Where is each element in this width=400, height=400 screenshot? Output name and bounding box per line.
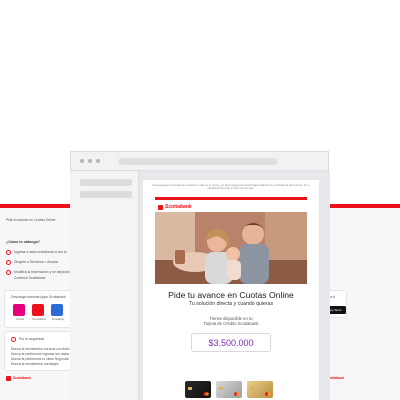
brand-logo: Scotiabank — [158, 204, 192, 210]
security-line: Nunca te enviaremos mensajes — [11, 362, 59, 366]
mail-sidebar — [70, 171, 139, 400]
security-line: Nunca te pediremos ingresar tus datos — [11, 352, 70, 356]
email-title: Pide tu avance en Cuotas Online — [168, 290, 294, 300]
available-credit-text: Tienes disponible en tu Tarjeta de Crédi… — [203, 316, 259, 327]
browser-titlebar — [71, 152, 328, 171]
email-subtitle: Tu solución directa y cuando quieras — [188, 301, 274, 307]
gold-card-image — [247, 381, 273, 398]
black-card-image — [185, 381, 211, 398]
maximize-dot[interactable] — [96, 159, 100, 163]
app-list: Scotia ScotiaPass ScotiaPay — [13, 304, 65, 321]
left-intro: Pide tu avance en Cuotas Online — [6, 218, 56, 222]
step-4: Confirma Scotiabank — [14, 276, 46, 280]
silver-card-image — [216, 381, 242, 398]
sidebar-item[interactable] — [80, 179, 132, 186]
available-amount: $3.500.000 — [191, 333, 271, 352]
how-title: ¿Cómo lo obtengo? — [6, 240, 40, 244]
apps-title: Descarga nuestras Apps Scotiabank — [11, 295, 66, 299]
lock-icon — [11, 337, 16, 342]
window-controls — [80, 159, 100, 163]
step-icon — [6, 270, 11, 275]
step-3: Modifica la información y se depósito — [6, 270, 70, 275]
step-1: Ingresa a www.scotiabank.cl con tu — [6, 250, 67, 255]
app-scotiapay[interactable]: ScotiaPay — [51, 304, 65, 321]
pre-header-text: Para asegurar la entrega de nuestros e-m… — [152, 184, 310, 191]
app-scotiapass[interactable]: ScotiaPass — [32, 304, 46, 321]
step-icon — [6, 250, 11, 255]
hero-photo — [155, 212, 307, 284]
app-scotia[interactable]: Scotia — [13, 304, 27, 321]
scotia-app-icon — [13, 304, 25, 316]
close-dot[interactable] — [80, 159, 84, 163]
sidebar-item[interactable] — [80, 191, 132, 198]
family-photo — [155, 212, 307, 284]
email-message: Para asegurar la entrega de nuestros e-m… — [143, 180, 319, 400]
credit-cards — [185, 381, 273, 398]
left-footer-logo: Scotiabank — [6, 376, 31, 381]
email-body: Scotiabank Pide tu avance en Cuotas Onli… — [155, 197, 307, 400]
minimize-dot[interactable] — [88, 159, 92, 163]
step-icon — [6, 260, 11, 265]
security-line: Nunca te enviaremos correos con links qu… — [11, 347, 77, 351]
security-title: Por tu seguridad — [19, 337, 44, 342]
security-line: Nunca te pediremos tu clave Segunda — [11, 357, 69, 361]
scotiapass-app-icon — [32, 304, 44, 316]
scotiapay-app-icon — [51, 304, 63, 316]
scotiabank-logo-icon — [158, 204, 163, 210]
address-bar[interactable] — [118, 158, 278, 165]
scotiabank-logo-icon — [6, 376, 11, 381]
step-2: Dirígete a Servicios > Avance — [6, 260, 58, 265]
